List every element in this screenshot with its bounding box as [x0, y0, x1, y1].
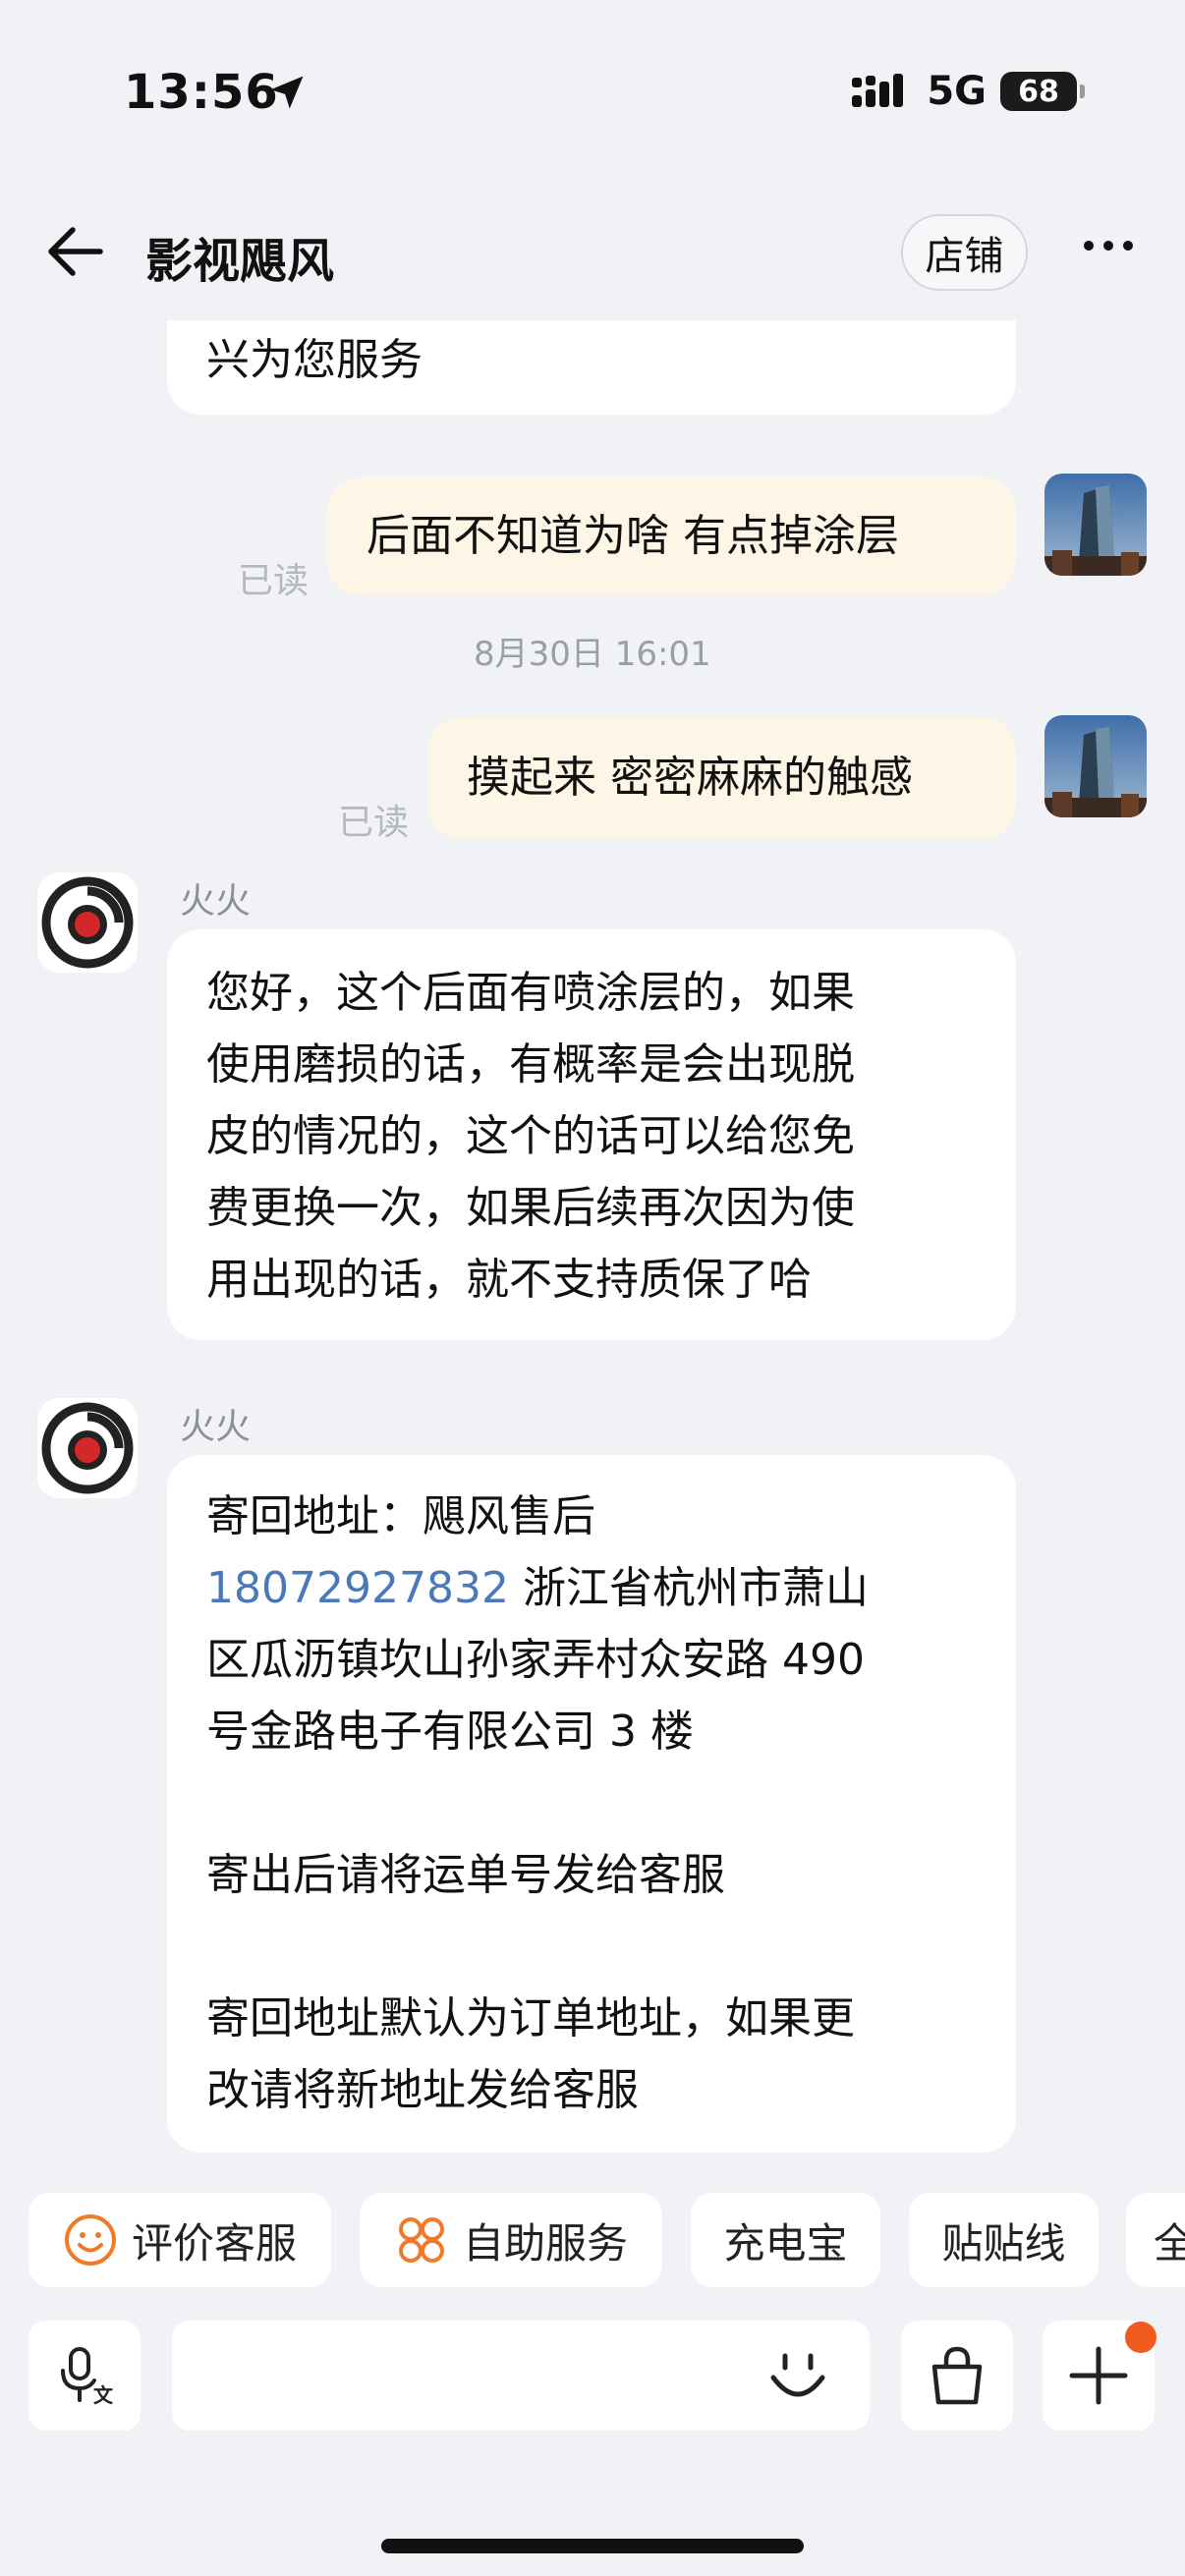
message-line: 寄回地址：飓风售后: [206, 1491, 595, 1541]
sender-name: 火火: [180, 881, 252, 922]
status-indicators: 5G 68: [852, 69, 1085, 114]
message-line: 您好，这个后面有喷涂层的，如果: [206, 968, 855, 1018]
quick-action-power-bank[interactable]: 充电宝: [691, 2193, 880, 2287]
voice-translate-icon: 文: [61, 2347, 114, 2407]
phone-link[interactable]: 18072927832: [206, 1563, 509, 1613]
building-photo: [1044, 474, 1147, 576]
message-bubble-shop: 您好，这个后面有喷涂层的，如果 使用磨损的话，有概率是会出现脱 皮的情况的，这个…: [167, 929, 1016, 1340]
message-line: 使用磨损的话，有概率是会出现脱: [206, 1039, 855, 1090]
voice-button[interactable]: 文: [28, 2321, 141, 2431]
plus-icon: [1069, 2346, 1128, 2405]
quick-action-sticker-cable[interactable]: 贴贴线: [909, 2193, 1099, 2287]
message-line: 区瓜沥镇坎山孙家弄村众安路 490: [206, 1635, 865, 1685]
chat-title: 影视飓风: [145, 234, 335, 289]
chip-label: 充电宝: [723, 2218, 848, 2268]
battery-indicator: 68: [1000, 72, 1085, 111]
shopping-bag-button[interactable]: [901, 2321, 1013, 2431]
message-line: 寄回地址默认为订单地址，如果更: [206, 1993, 855, 2044]
back-arrow-icon[interactable]: [43, 224, 108, 279]
message-line: [206, 1911, 977, 1983]
quick-action-self-service[interactable]: 自助服务: [360, 2193, 662, 2287]
message-text: 后面不知道为啥 有点掉涂层: [367, 511, 899, 561]
chip-label: 自助服务: [462, 2218, 628, 2268]
svg-text:文: 文: [93, 2383, 114, 2407]
grid-flower-icon: [398, 2217, 444, 2263]
quick-action-rate-service[interactable]: 评价客服: [28, 2193, 331, 2287]
shop-logo-icon: [41, 1402, 134, 1494]
message-line: 18072927832 浙江省杭州市萧山: [206, 1563, 869, 1613]
shopping-bag-icon: [931, 2346, 983, 2405]
more-icon[interactable]: [1081, 236, 1136, 255]
home-indicator: [381, 2539, 804, 2553]
message-line: 改请将新地址发给客服: [206, 2065, 639, 2115]
smile-icon: [64, 2214, 116, 2266]
user-avatar[interactable]: [1044, 474, 1147, 576]
message-line: 寄出后请将运单号发给客服: [206, 1850, 725, 1900]
shop-logo-icon: [41, 876, 134, 969]
quick-action-more[interactable]: 全: [1126, 2193, 1185, 2287]
signal-icon: [852, 74, 904, 107]
message-text: 摸起来 密密麻麻的触感: [467, 753, 913, 803]
message-input[interactable]: [172, 2321, 870, 2431]
message-line: 费更换一次，如果后续再次因为使: [206, 1183, 855, 1233]
message-line: 兴为您服务: [206, 335, 423, 385]
shop-avatar[interactable]: [37, 872, 138, 973]
chip-label: 贴贴线: [941, 2218, 1066, 2268]
message-line: [206, 1767, 977, 1839]
read-status: 已读: [238, 561, 310, 601]
shop-avatar[interactable]: [37, 1398, 138, 1498]
building-photo: [1044, 715, 1147, 817]
message-timestamp: 8月30日 16:01: [474, 635, 711, 674]
read-status: 已读: [338, 803, 410, 843]
message-bubble-user: 摸起来 密密麻麻的触感: [427, 717, 1016, 839]
chip-label: 评价客服: [131, 2218, 297, 2268]
network-label: 5G: [927, 69, 987, 114]
message-line: 号金路电子有限公司 3 楼: [206, 1707, 694, 1757]
sender-name: 火火: [180, 1407, 252, 1447]
status-time: 13:56: [124, 65, 279, 120]
message-bubble-user: 后面不知道为啥 有点掉涂层: [327, 477, 1016, 595]
chip-label: 全: [1154, 2218, 1185, 2268]
message-bubble-shop: 寄回地址：飓风售后 18072927832 浙江省杭州市萧山 区瓜沥镇坎山孙家弄…: [167, 1455, 1016, 2153]
store-button[interactable]: 店铺: [901, 214, 1028, 291]
user-avatar[interactable]: [1044, 715, 1147, 817]
message-line: 用出现的话，就不支持质保了哈: [206, 1255, 812, 1305]
location-arrow-icon: [270, 76, 304, 109]
notification-dot: [1125, 2322, 1157, 2353]
message-bubble-shop: 兴为您服务: [167, 320, 1016, 415]
emoji-icon[interactable]: [765, 2348, 830, 2407]
message-line: 皮的情况的，这个的话可以给您免: [206, 1111, 855, 1161]
